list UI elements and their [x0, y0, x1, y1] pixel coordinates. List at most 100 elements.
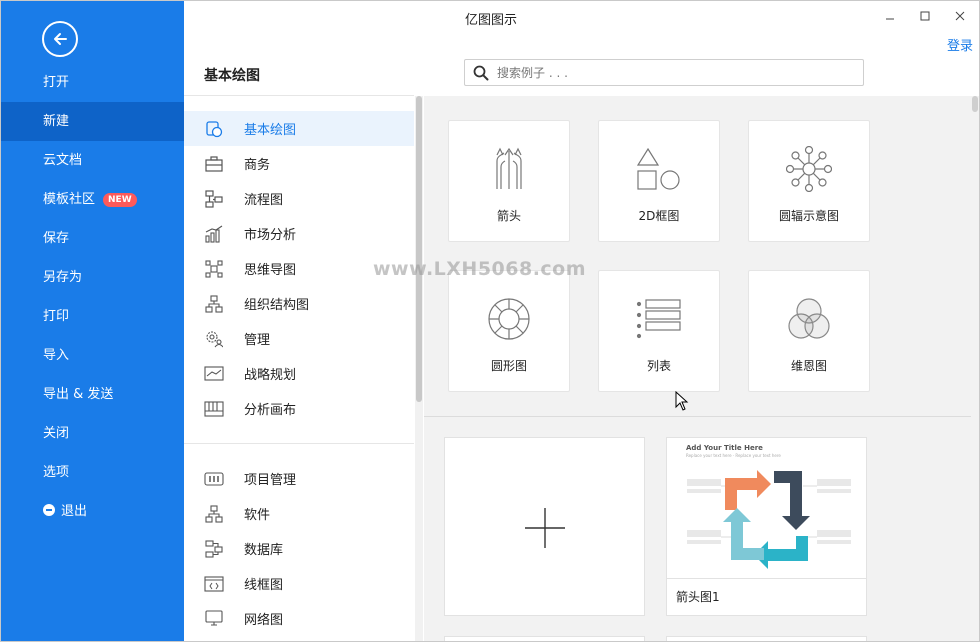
canvas-icon — [204, 400, 224, 418]
template-label: 箭头图1 — [676, 590, 720, 604]
briefcase-icon — [204, 155, 224, 173]
nav-item-options[interactable]: 选项 — [1, 453, 184, 492]
category-item-wireframe[interactable]: 线框图 — [184, 566, 414, 601]
list-icon — [599, 295, 719, 343]
category-item-label: 思维导图 — [244, 263, 297, 278]
circular-arrows-graphic: 01 02 03 04 — [687, 470, 851, 569]
nav-item-close[interactable]: 关闭 — [1, 414, 184, 453]
nav-item-label: 打开 — [43, 75, 70, 90]
scrollbar-thumb[interactable] — [972, 96, 978, 112]
template-card-partial[interactable] — [444, 636, 645, 641]
category-item-canvas[interactable]: 分析画布 — [184, 391, 414, 426]
nav-item-label: 退出 — [61, 504, 88, 519]
category-item-business[interactable]: 商务 — [184, 146, 414, 181]
software-icon — [204, 504, 224, 523]
new-badge: NEW — [103, 192, 137, 207]
category-item-label: 软件 — [244, 508, 271, 523]
category-item-project[interactable]: 项目管理 — [184, 461, 414, 496]
minimize-button[interactable] — [875, 5, 905, 27]
database-icon — [204, 539, 224, 558]
category-item-label: 战略规划 — [244, 368, 297, 383]
nav-item-open[interactable]: 打开 — [1, 63, 184, 102]
nav-item-cloud[interactable]: 云文档 — [1, 141, 184, 180]
type-card-label: 圆形图 — [490, 359, 527, 373]
step-number: 02 — [771, 508, 779, 515]
nav-item-label: 另存为 — [43, 270, 83, 285]
type-card-label: 圆辐示意图 — [778, 209, 839, 223]
nav-item-label: 模板社区 — [43, 192, 96, 207]
category-item-label: 数据库 — [244, 543, 284, 558]
circle-diagram-icon — [449, 295, 569, 343]
type-card-label: 列表 — [646, 359, 671, 373]
category-item-basic[interactable]: 基本绘图 — [184, 111, 414, 146]
search-icon — [473, 65, 489, 80]
search-input[interactable] — [497, 65, 837, 80]
strategy-icon — [204, 365, 224, 383]
diagram-type-grid: 箭头 2D框图 圆辐示意图 圆形图 列表 维恩图 — [424, 96, 971, 416]
category-item-strategy[interactable]: 战略规划 — [184, 356, 414, 391]
title-bar: 亿图图示 — [184, 1, 979, 33]
watermark: www.LXH5068.com — [373, 258, 587, 280]
type-card-label: 维恩图 — [790, 359, 827, 373]
category-item-management[interactable]: 管理 — [184, 321, 414, 356]
nav-item-label: 新建 — [43, 114, 70, 129]
category-item-market[interactable]: 市场分析 — [184, 216, 414, 251]
nav-item-label: 保存 — [43, 231, 70, 246]
content-scrollbar[interactable] — [971, 96, 979, 641]
basic-drawing-icon — [204, 120, 224, 138]
category-item-label: 组织结构图 — [244, 298, 310, 313]
category-item-software[interactable]: 软件 — [184, 496, 414, 531]
nav-item-label: 关闭 — [43, 426, 70, 441]
nav-item-label: 导入 — [43, 348, 70, 363]
nav-item-label: 导出 & 发送 — [43, 387, 114, 402]
maximize-button[interactable] — [910, 5, 940, 27]
nav-item-new[interactable]: 新建 — [1, 102, 184, 141]
category-item-label: 分析画布 — [244, 403, 297, 418]
nav-item-print[interactable]: 打印 — [1, 297, 184, 336]
nav-item-label: 打印 — [43, 309, 70, 324]
nav-item-save[interactable]: 保存 — [1, 219, 184, 258]
org-chart-icon — [204, 294, 224, 313]
nav-item-template-community[interactable]: 模板社区 NEW — [1, 180, 184, 219]
new-blank-template[interactable] — [444, 437, 645, 616]
search-box[interactable] — [464, 59, 864, 86]
type-card-radial[interactable]: 圆辐示意图 — [748, 120, 870, 242]
step-number: 01 — [760, 498, 768, 505]
nav-item-import[interactable]: 导入 — [1, 336, 184, 375]
category-scrollbar[interactable] — [415, 96, 423, 641]
exit-icon — [43, 504, 55, 516]
type-card-arrows[interactable]: 箭头 — [448, 120, 570, 242]
type-card-label: 2D框图 — [638, 209, 680, 223]
mindmap-icon — [204, 259, 224, 278]
divider — [184, 95, 414, 96]
app-title: 亿图图示 — [464, 13, 517, 28]
type-card-circle[interactable]: 圆形图 — [448, 270, 570, 392]
scrollbar-thumb[interactable] — [416, 96, 422, 402]
category-item-label: 项目管理 — [244, 473, 297, 488]
type-card-2d-block[interactable]: 2D框图 — [598, 120, 720, 242]
login-link[interactable]: 登录 — [947, 35, 973, 54]
back-button[interactable] — [42, 21, 78, 57]
gear-people-icon — [204, 330, 224, 348]
template-card-arrow1[interactable]: Add Your Title Here Replace your text he… — [666, 437, 867, 616]
category-item-network[interactable]: 网络图 — [184, 601, 414, 636]
category-item-label: 线框图 — [244, 578, 284, 593]
type-card-list[interactable]: 列表 — [598, 270, 720, 392]
category-item-org-chart[interactable]: 组织结构图 — [184, 286, 414, 321]
category-item-label: 管理 — [244, 333, 271, 348]
divider — [667, 578, 866, 579]
category-title: 基本绘图 — [204, 68, 260, 84]
close-window-button[interactable] — [945, 5, 975, 27]
nav-item-export-send[interactable]: 导出 & 发送 — [1, 375, 184, 414]
category-item-flowchart[interactable]: 流程图 — [184, 181, 414, 216]
nav-item-label: 云文档 — [43, 153, 83, 168]
category-item-database[interactable]: 数据库 — [184, 531, 414, 566]
flowchart-icon — [204, 189, 224, 208]
template-card-partial[interactable] — [666, 636, 867, 641]
nav-item-exit[interactable]: 退出 — [1, 492, 184, 531]
type-card-venn[interactable]: 维恩图 — [748, 270, 870, 392]
nav-item-save-as[interactable]: 另存为 — [1, 258, 184, 297]
type-card-label: 箭头 — [496, 209, 521, 223]
venn-icon — [749, 295, 869, 343]
maximize-icon — [920, 11, 930, 21]
